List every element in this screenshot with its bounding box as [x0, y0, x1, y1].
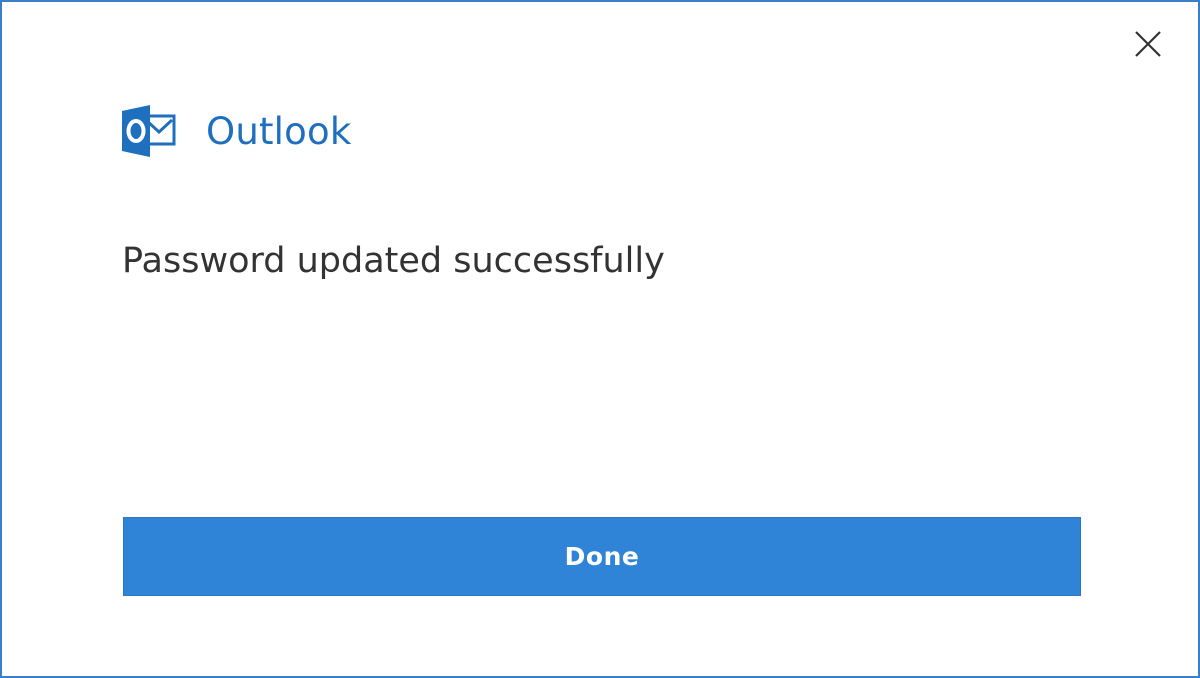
close-button[interactable]	[1128, 24, 1168, 64]
done-button[interactable]: Done	[123, 517, 1081, 596]
status-message: Password updated successfully	[122, 241, 665, 281]
brand-header: Outlook	[120, 102, 351, 160]
close-icon	[1135, 31, 1161, 57]
outlook-dialog: Outlook Password updated successfully Do…	[0, 0, 1200, 678]
outlook-logo-icon	[122, 105, 176, 157]
app-name: Outlook	[206, 109, 352, 153]
